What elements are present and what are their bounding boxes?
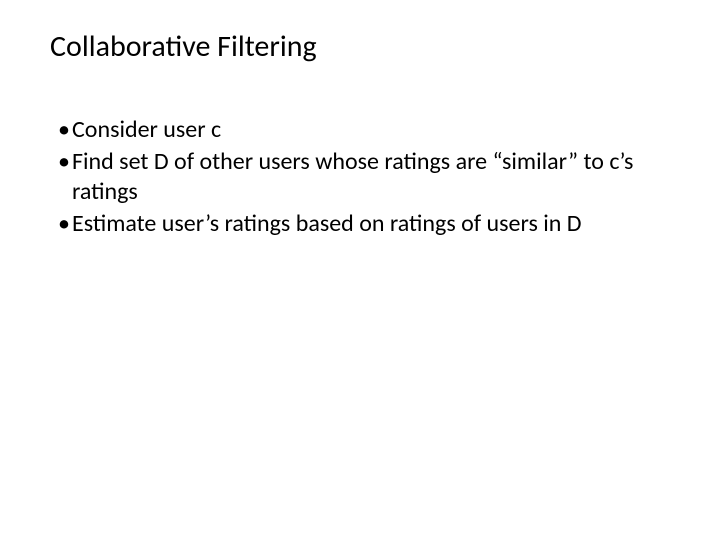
- bullet-item: • Find set D of other users whose rating…: [58, 147, 670, 207]
- bullet-item: • Consider user c: [58, 115, 670, 145]
- bullet-text: Find set D of other users whose ratings …: [72, 147, 670, 207]
- slide: Collaborative Filtering • Consider user …: [0, 0, 720, 540]
- slide-content: • Consider user c • Find set D of other …: [50, 115, 670, 239]
- bullet-item: • Estimate user’s ratings based on ratin…: [58, 209, 670, 239]
- bullet-text: Estimate user’s ratings based on ratings…: [72, 209, 670, 239]
- bullet-marker-icon: •: [58, 115, 72, 145]
- bullet-marker-icon: •: [58, 147, 72, 177]
- slide-title: Collaborative Filtering: [50, 28, 670, 65]
- bullet-text: Consider user c: [72, 115, 670, 145]
- bullet-marker-icon: •: [58, 209, 72, 239]
